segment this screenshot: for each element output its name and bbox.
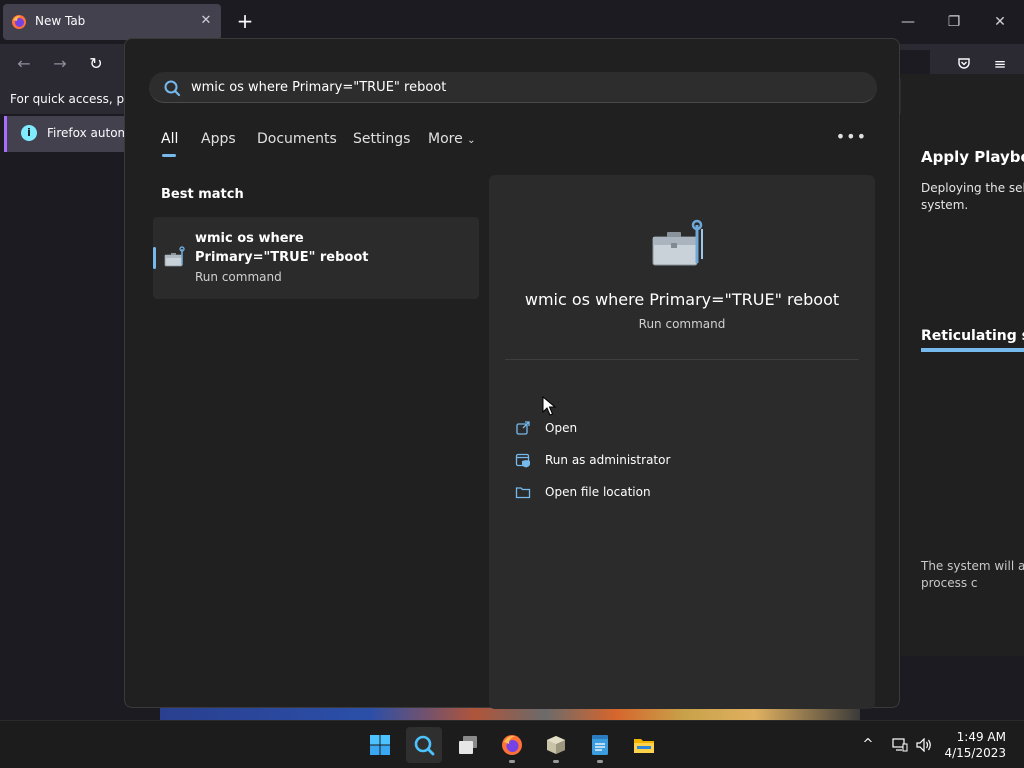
close-window-icon[interactable]: ✕ [986,10,1014,34]
playbook-description: Deploying the sele system. [921,181,1024,212]
best-match-heading: Best match [161,187,244,202]
run-command-icon [652,219,703,266]
tab-apps[interactable]: Apps [201,131,236,147]
search-input[interactable] [191,72,851,103]
open-file-location-action[interactable]: Open file location [515,482,815,504]
active-tab-indicator [162,154,176,157]
tab-settings[interactable]: Settings [353,131,410,147]
open-label: Open [545,421,578,435]
restore-icon[interactable]: ❐ [940,10,968,34]
best-match-result[interactable]: wmic os where Primary="TRUE" reboot Run … [153,217,479,299]
divider [505,359,859,360]
taskbar-search-button[interactable] [406,727,442,763]
open-external-icon [516,421,530,435]
admin-shield-icon [515,453,530,468]
search-panel: All Apps Documents Settings More ⌄ ••• B… [124,38,900,709]
clock-time: 1:49 AM [956,730,1006,744]
start-button[interactable] [362,727,398,763]
menu-icon[interactable]: ≡ [989,53,1011,75]
folder-icon [634,739,654,753]
taskbar-firefox[interactable] [494,727,530,763]
playbook-footer: The system will au once the process c [921,559,1024,590]
new-tab-icon[interactable]: + [234,10,256,32]
tab-documents[interactable]: Documents [257,131,337,147]
run-command-icon [164,246,185,267]
task-view-icon [459,736,477,754]
running-indicator [597,760,603,763]
running-indicator [553,760,559,763]
pocket-icon[interactable] [953,53,975,75]
tab-all[interactable]: All [161,131,178,147]
playbook-title: Apply Playboo [921,148,1024,166]
run-as-admin-label: Run as administrator [545,453,671,467]
bookmarks-hint: For quick access, plac [10,92,142,106]
system-clock[interactable]: 1:49 AM 4/15/2023 [926,729,1006,761]
detail-title: wmic os where Primary="TRUE" reboot [524,290,840,309]
notepad-icon [592,735,608,755]
result-title: wmic os where Primary="TRUE" reboot [195,231,369,265]
browser-tab[interactable]: New Tab ✕ [3,4,221,40]
mouse-cursor-icon [542,396,556,416]
firefox-icon [12,15,26,29]
folder-icon [515,487,531,499]
back-icon[interactable]: ← [12,52,36,76]
open-action[interactable]: Open [515,418,815,440]
chevron-down-icon: ⌄ [467,135,476,146]
more-options-icon[interactable]: ••• [836,127,867,146]
result-detail-pane: wmic os where Primary="TRUE" reboot Run … [489,175,875,709]
search-icon [414,735,435,756]
run-as-admin-action[interactable]: Run as administrator [515,450,815,472]
selection-indicator [153,247,156,269]
taskbar: ^ 1:49 AM 4/15/2023 [0,720,1024,768]
tab-title: New Tab [35,14,86,28]
taskbar-notepad[interactable] [582,727,618,763]
clock-date: 4/15/2023 [944,746,1006,760]
close-tab-icon[interactable]: ✕ [197,12,215,30]
playbook-status: Reticulating sp [921,328,1024,344]
show-hidden-icons-icon[interactable]: ^ [858,735,878,755]
firefox-icon [502,735,522,755]
forward-icon[interactable]: → [48,52,72,76]
taskbar-file-explorer[interactable] [626,727,662,763]
info-icon: i [21,125,37,141]
running-indicator [509,760,515,763]
package-icon [547,736,565,754]
taskbar-package-app[interactable] [538,727,574,763]
detail-subtitle: Run command [638,317,726,331]
minimize-icon[interactable]: — [894,10,922,34]
result-subtitle: Run command [195,270,282,284]
tab-more-label: More [428,131,463,147]
network-icon[interactable] [890,735,910,755]
tab-more[interactable]: More ⌄ [428,131,476,147]
progress-bar [921,348,1024,352]
open-file-location-label: Open file location [545,485,651,499]
playbook-window: Apply Playboo Deploying the sele system.… [901,74,1024,656]
windows-logo-icon [370,735,390,755]
search-icon [164,80,181,97]
search-box[interactable] [149,72,877,103]
reload-icon[interactable]: ↻ [84,52,108,76]
task-view-button[interactable] [450,727,486,763]
